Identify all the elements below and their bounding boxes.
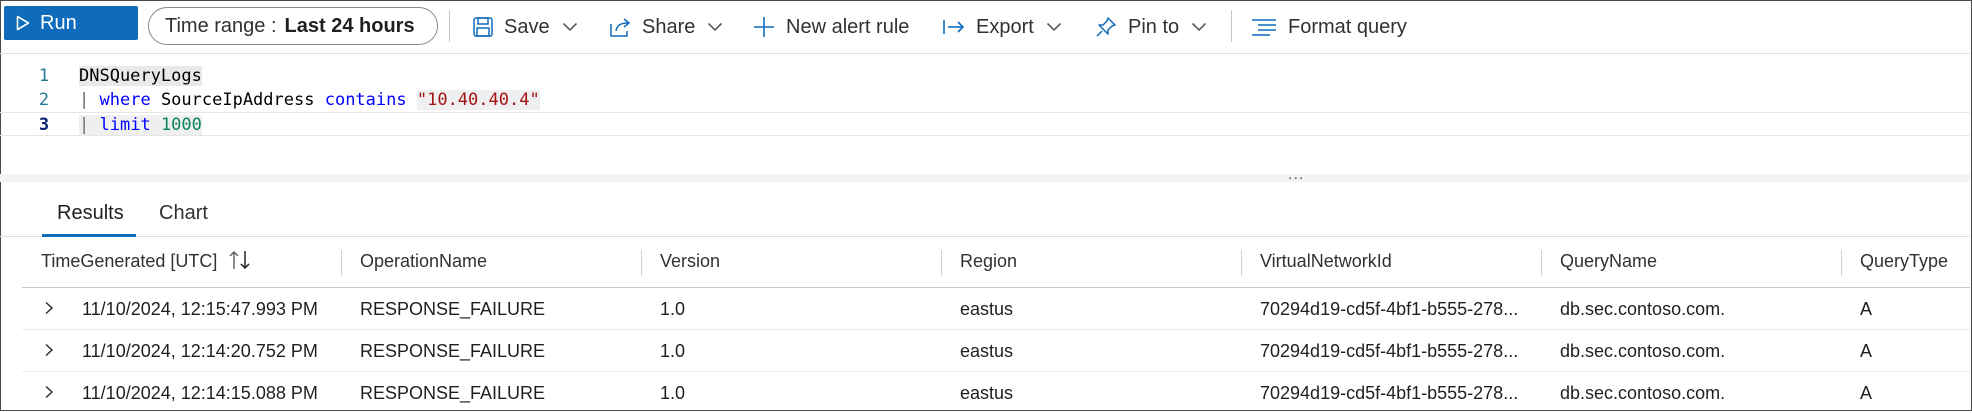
time-range-button[interactable]: Time range : Last 24 hours <box>148 7 438 45</box>
column-header-queryname[interactable]: QueryName <box>1560 251 1657 272</box>
toolbar: Run Time range : Last 24 hours Save Shar… <box>0 0 1970 54</box>
line-number: 2 <box>38 90 50 110</box>
chevron-right-icon[interactable] <box>44 385 54 404</box>
format-query-button[interactable]: Format query <box>1250 10 1407 44</box>
column-divider[interactable] <box>1241 250 1242 276</box>
line-number: 3 <box>38 115 50 135</box>
save-label: Save <box>504 15 550 38</box>
operator-token: contains <box>324 90 407 110</box>
table-row[interactable]: 11/10/2024, 12:15:47.993 PM RESPONSE_FAI… <box>22 288 1970 330</box>
toolbar-divider <box>449 10 450 42</box>
cell-operationname: RESPONSE_FAILURE <box>360 383 546 403</box>
results-tabs: Results Chart <box>0 182 1970 237</box>
cell-queryname: db.sec.contoso.com. <box>1560 299 1726 319</box>
table-row[interactable]: 11/10/2024, 12:14:20.752 PM RESPONSE_FAI… <box>22 330 1970 372</box>
cell-virtualnetworkid: 70294d19-cd5f-4bf1-b555-278... <box>1260 341 1519 361</box>
cell-virtualnetworkid: 70294d19-cd5f-4bf1-b555-278... <box>1260 299 1519 319</box>
code-text: | limit 1000 <box>79 113 202 137</box>
pin-to-label: Pin to <box>1128 15 1180 38</box>
cell-querytype: A <box>1860 383 1873 403</box>
table-name-token: DNSQueryLogs <box>79 66 202 86</box>
column-header-querytype[interactable]: QueryType <box>1860 251 1948 272</box>
format-icon <box>1250 17 1278 37</box>
chevron-right-icon[interactable] <box>44 301 54 320</box>
editor-line-1: 1 DNSQueryLogs <box>0 64 1970 88</box>
pin-icon <box>1094 15 1118 39</box>
cell-queryname: db.sec.contoso.com. <box>1560 383 1726 403</box>
chevron-down-icon <box>707 22 723 32</box>
cell-timegenerated: 11/10/2024, 12:14:15.088 PM <box>82 383 318 403</box>
sort-icon[interactable] <box>227 249 253 276</box>
cell-timegenerated: 11/10/2024, 12:14:20.752 PM <box>82 341 318 361</box>
tab-results[interactable]: Results <box>57 202 124 225</box>
share-button[interactable]: Share <box>608 10 723 44</box>
pipe-token: | <box>79 90 90 110</box>
column-divider[interactable] <box>641 250 642 276</box>
tab-chart[interactable]: Chart <box>159 202 208 225</box>
code-text: | where SourceIpAddress contains "10.40.… <box>79 88 540 112</box>
column-header-virtualnetworkid[interactable]: VirtualNetworkId <box>1260 251 1392 272</box>
save-button[interactable]: Save <box>472 10 578 44</box>
share-icon <box>608 16 632 38</box>
new-alert-rule-label: New alert rule <box>786 15 910 38</box>
number-token: 1000 <box>160 115 202 135</box>
column-divider[interactable] <box>941 250 942 276</box>
run-button[interactable]: Run <box>4 6 138 40</box>
cell-version: 1.0 <box>660 341 686 361</box>
cell-version: 1.0 <box>660 299 686 319</box>
column-header-version[interactable]: Version <box>660 251 720 272</box>
time-range-label: Time range : <box>165 14 277 37</box>
string-token: "10.40.40.4" <box>416 90 540 110</box>
cell-querytype: A <box>1860 341 1873 361</box>
column-token: SourceIpAddress <box>160 90 315 110</box>
export-icon <box>942 18 966 36</box>
cell-region: eastus <box>960 341 1014 361</box>
keyword-token: where <box>99 90 151 110</box>
cell-queryname: db.sec.contoso.com. <box>1560 341 1726 361</box>
query-editor[interactable]: 1 DNSQueryLogs 2 | where SourceIpAddress… <box>0 54 1970 174</box>
cell-operationname: RESPONSE_FAILURE <box>360 341 546 361</box>
column-header-timegenerated[interactable]: TimeGenerated [UTC] <box>41 251 217 272</box>
column-divider[interactable] <box>341 250 342 276</box>
column-header-region[interactable]: Region <box>960 251 1017 272</box>
code-text: DNSQueryLogs <box>79 64 202 88</box>
line-number: 1 <box>38 66 50 86</box>
editor-line-3: 3 | limit 1000 <box>0 112 1970 136</box>
format-query-label: Format query <box>1288 15 1407 38</box>
editor-resize-handle[interactable] <box>0 174 1970 182</box>
export-button[interactable]: Export <box>942 10 1062 44</box>
cell-version: 1.0 <box>660 383 686 403</box>
grid-header: TimeGenerated [UTC] OperationName Versio… <box>22 237 1970 288</box>
chevron-right-icon[interactable] <box>44 343 54 362</box>
save-icon <box>472 16 494 38</box>
run-label: Run <box>40 11 77 34</box>
column-header-operationname[interactable]: OperationName <box>360 251 487 272</box>
cell-virtualnetworkid: 70294d19-cd5f-4bf1-b555-278... <box>1260 383 1519 403</box>
time-range-value: Last 24 hours <box>284 14 415 37</box>
editor-line-2: 2 | where SourceIpAddress contains "10.4… <box>0 88 1970 112</box>
plus-icon <box>752 15 776 39</box>
cell-region: eastus <box>960 383 1014 403</box>
cell-timegenerated: 11/10/2024, 12:15:47.993 PM <box>82 299 318 319</box>
cell-region: eastus <box>960 299 1014 319</box>
play-icon <box>16 15 30 31</box>
pipe-token: | <box>79 115 90 135</box>
column-divider[interactable] <box>1841 250 1842 276</box>
column-divider[interactable] <box>1541 250 1542 276</box>
keyword-token: limit <box>99 115 151 135</box>
table-row[interactable]: 11/10/2024, 12:14:15.088 PM RESPONSE_FAI… <box>22 372 1970 413</box>
toolbar-divider <box>1231 10 1232 42</box>
share-label: Share <box>642 15 696 38</box>
cell-querytype: A <box>1860 299 1873 319</box>
export-label: Export <box>976 15 1034 38</box>
chevron-down-icon <box>1046 22 1062 32</box>
pin-to-button[interactable]: Pin to <box>1094 10 1207 44</box>
chevron-down-icon <box>1191 22 1207 32</box>
new-alert-rule-button[interactable]: New alert rule <box>752 10 909 44</box>
cell-operationname: RESPONSE_FAILURE <box>360 299 546 319</box>
chevron-down-icon <box>562 22 578 32</box>
